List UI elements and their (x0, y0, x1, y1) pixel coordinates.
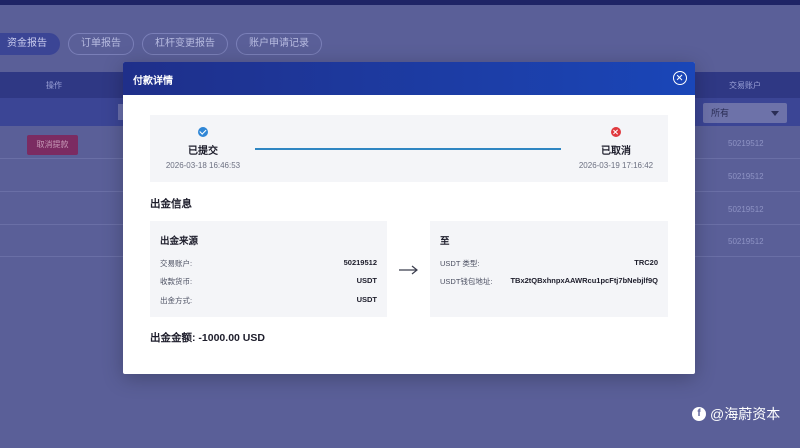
detail-row: USDT钱包地址: TBx2tQBxhnpxAAWRcu1pcFtj7bNebj… (440, 276, 658, 287)
card-title: 至 (440, 236, 450, 247)
timeline-step-cancelled: 已取消 2026-03-19 17:16:42 (575, 127, 657, 170)
step-label: 已取消 (601, 146, 631, 157)
detail-key: 收款货币: (160, 277, 193, 286)
account-filter-value: 所有 (711, 108, 730, 118)
watermark-text: @海蔚资本 (710, 406, 781, 422)
detail-key: 出金方式: (160, 296, 193, 305)
amount-label: 出金金额: (150, 332, 196, 344)
withdraw-source-card: 出金来源 交易账户: 50219512 收款货币: USDT 出金方式: USD… (150, 221, 387, 317)
card-title: 出金来源 (160, 236, 199, 247)
step-time: 2026-03-18 16:46:53 (165, 161, 241, 170)
brand-logo-icon: f (692, 407, 706, 421)
detail-key: USDT 类型: (440, 259, 480, 268)
account-filter-select[interactable]: 所有 (703, 103, 787, 123)
timeline-connector (255, 148, 561, 150)
detail-value: 50219512 (343, 258, 377, 267)
report-tabs: 资金报告 订单报告 杠杆变更报告 账户申请记录 (0, 33, 322, 57)
modal-title: 付款详情 (133, 76, 173, 87)
watermark: f @海蔚资本 (692, 404, 780, 424)
detail-row: 交易账户: 50219512 (160, 258, 377, 269)
detail-row: 出金方式: USDT (160, 295, 377, 306)
close-icon[interactable] (673, 71, 687, 85)
detail-value: TRC20 (634, 258, 658, 267)
detail-row: USDT 类型: TRC20 (440, 258, 658, 269)
arrow-right-icon (399, 265, 418, 275)
row-account: 50219512 (728, 139, 764, 148)
step-time: 2026-03-19 17:16:42 (578, 161, 654, 170)
timeline-step-submitted: 已提交 2026-03-18 16:46:53 (162, 127, 244, 170)
tab-leverage-report[interactable]: 杠杆变更报告 (142, 33, 228, 55)
column-header-account: 交易账户 (729, 80, 761, 90)
detail-key: 交易账户: (160, 259, 193, 268)
detail-value: USDT (356, 295, 377, 304)
error-circle-icon (611, 127, 621, 137)
detail-row: 收款货币: USDT (160, 276, 377, 287)
status-timeline: 已提交 2026-03-18 16:46:53 已取消 2026-03-19 1… (150, 115, 668, 182)
row-account: 50219512 (728, 205, 764, 214)
withdraw-destination-card: 至 USDT 类型: TRC20 USDT钱包地址: TBx2tQBxhnpxA… (430, 221, 668, 317)
withdraw-amount: 出金金额: -1000.00 USD (150, 330, 265, 345)
tab-order-report[interactable]: 订单报告 (68, 33, 134, 55)
detail-value: USDT (356, 276, 377, 285)
wallet-address-value: TBx2tQBxhnpxAAWRcu1pcFtj7bNebjlf9Q (510, 276, 658, 285)
top-bar (0, 0, 800, 5)
amount-value: -1000.00 USD (198, 332, 265, 344)
tab-account-application[interactable]: 账户申请记录 (236, 33, 322, 55)
tab-fund-report[interactable]: 资金报告 (0, 33, 60, 55)
detail-key: USDT钱包地址: (440, 277, 493, 286)
row-account: 50219512 (728, 237, 764, 246)
section-title: 出金信息 (150, 198, 192, 210)
cancel-withdraw-button[interactable]: 取消提款 (27, 135, 78, 155)
column-header-operation: 操作 (46, 80, 62, 90)
row-account: 50219512 (728, 172, 764, 181)
step-label: 已提交 (188, 146, 218, 157)
payment-details-modal: 付款详情 已提交 2026-03-18 16:46:53 已取消 2026-03… (123, 62, 695, 374)
chevron-down-icon (771, 111, 779, 116)
check-circle-icon (198, 127, 208, 137)
modal-header: 付款详情 (123, 62, 695, 95)
